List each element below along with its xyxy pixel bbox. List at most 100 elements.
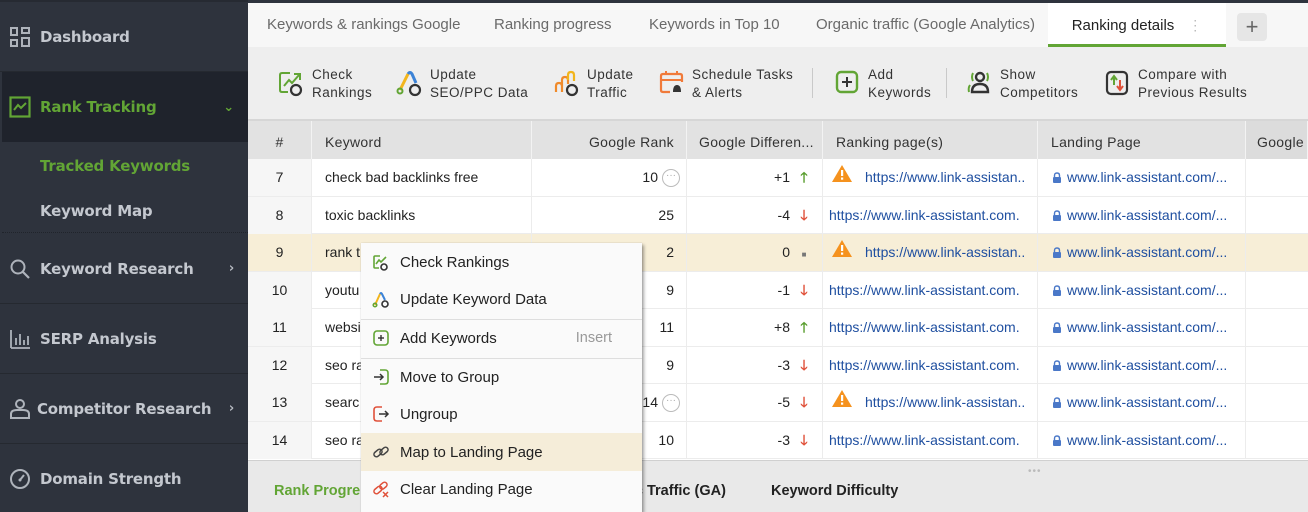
ranking-page-link[interactable]: https://www.link-assistant.com. (829, 319, 1020, 335)
ranking-page-cell[interactable]: https://www.link-assistan.. (823, 159, 1038, 196)
column-header-landing-page[interactable]: Landing Page (1038, 121, 1246, 159)
landing-page-cell[interactable]: www.link-assistant.com/... (1038, 271, 1246, 309)
google-cell (1246, 234, 1308, 271)
column-header-keyword[interactable]: Keyword (312, 121, 532, 159)
ranking-page-link[interactable]: https://www.link-assistan.. (865, 394, 1025, 410)
button-label: Previous Results (1138, 85, 1248, 100)
ranking-page-cell[interactable]: https://www.link-assistan.. (823, 384, 1038, 421)
ranking-page-link[interactable]: https://www.link-assistan.. (865, 169, 1025, 185)
resize-grip[interactable]: ••• (1028, 466, 1042, 477)
landing-page-link[interactable]: www.link-assistant.com/... (1067, 357, 1227, 373)
bottom-tab-rank-progress[interactable]: Rank Progre (274, 483, 360, 499)
tab-bar: Keywords & rankings Google Ranking progr… (248, 0, 1308, 47)
update-traffic-button[interactable]: Update Traffic (553, 66, 634, 102)
ranking-page-link[interactable]: https://www.link-assistant.com. (829, 357, 1020, 373)
keyword-cell[interactable]: check bad backlinks free (312, 159, 532, 196)
ranking-page-link[interactable]: https://www.link-assistant.com. (829, 432, 1020, 448)
menu-item-map-to-landing-page[interactable]: Map to Landing Page (361, 433, 642, 471)
sidebar-subitem-tracked-keywords[interactable]: Tracked Keywords (40, 157, 190, 175)
schedule-tasks-button[interactable]: Schedule Tasks & Alerts (658, 66, 793, 102)
sidebar-item-serp-analysis[interactable]: SERP Analysis (0, 304, 248, 374)
landing-page-link[interactable]: www.link-assistant.com/... (1067, 207, 1227, 223)
google-cell (1246, 159, 1308, 196)
rank-value: 11 (659, 319, 674, 335)
landing-page-cell[interactable]: www.link-assistant.com/... (1038, 196, 1246, 234)
landing-page-cell[interactable]: www.link-assistant.com/... (1038, 421, 1246, 459)
tab-menu-icon[interactable]: ⋮ (1188, 17, 1202, 33)
sidebar-item-keyword-research[interactable]: Keyword Research › (0, 234, 248, 304)
landing-page-cell[interactable]: www.link-assistant.com/... (1038, 346, 1246, 384)
landing-page-cell[interactable]: www.link-assistant.com/... (1038, 384, 1246, 421)
no-change-icon: ■ (801, 250, 807, 259)
menu-item-label: Add Keywords (400, 329, 497, 347)
landing-page-link[interactable]: www.link-assistant.com/... (1067, 432, 1227, 448)
table-row[interactable]: 7 check bad backlinks free 10 ··· +1 🡑 https:/… (248, 159, 1308, 197)
ranking-page-cell[interactable]: https://www.link-assistant.com. (823, 421, 1038, 459)
plus-icon: + (1245, 14, 1259, 39)
button-label: Traffic (587, 85, 628, 100)
landing-page-cell[interactable]: www.link-assistant.com/... (1038, 159, 1246, 196)
bottom-tab-keyword-difficulty[interactable]: Keyword Difficulty (771, 483, 898, 499)
landing-page-cell[interactable]: www.link-assistant.com/... (1038, 234, 1246, 271)
keyword-cell[interactable]: toxic backlinks (312, 196, 532, 234)
ranking-page-cell[interactable]: https://www.link-assistant.com. (823, 346, 1038, 384)
sidebar-item-label: Domain Strength (40, 470, 182, 488)
toolbar-divider (946, 68, 947, 98)
ranking-page-cell[interactable]: https://www.link-assistant.com. (823, 271, 1038, 309)
add-tab-button[interactable]: + (1237, 13, 1267, 41)
column-header-google-difference[interactable]: Google Differen... (687, 121, 823, 159)
ranking-page-link[interactable]: https://www.link-assistant.com. (829, 207, 1020, 223)
add-keywords-button[interactable]: Add Keywords (834, 66, 931, 102)
tab-keywords-rankings-google[interactable]: Keywords & rankings Google (267, 3, 460, 47)
menu-item-label: Clear Landing Page (400, 480, 533, 498)
more-results-icon[interactable]: ··· (662, 394, 680, 413)
menu-item-add-keywords[interactable]: Add Keywords Insert (361, 320, 642, 356)
menu-item-ungroup[interactable]: Ungroup (361, 396, 642, 432)
landing-page-link[interactable]: www.link-assistant.com/... (1067, 282, 1227, 298)
check-rankings-button[interactable]: Check Rankings (278, 66, 372, 102)
landing-page-link[interactable]: www.link-assistant.com/... (1067, 244, 1227, 260)
tab-ranking-details[interactable]: Ranking details ⋮ (1048, 3, 1226, 47)
check-rankings-icon (279, 72, 303, 97)
lock-icon (1052, 394, 1067, 410)
landing-page-link[interactable]: www.link-assistant.com/... (1067, 319, 1227, 335)
menu-item-check-rankings[interactable]: Check Rankings (361, 244, 642, 280)
menu-item-clear-landing-page[interactable]: Clear Landing Page (361, 471, 642, 507)
ranking-page-cell[interactable]: https://www.link-assistant.com. (823, 309, 1038, 346)
column-header-number[interactable]: # (248, 121, 312, 159)
google-difference-cell: -3 🡓 (687, 346, 823, 384)
sidebar-item-label: Dashboard (40, 27, 130, 46)
button-label: Rankings (312, 85, 373, 100)
ranking-page-link[interactable]: https://www.link-assistan.. (865, 244, 1025, 260)
sidebar-item-dashboard[interactable]: Dashboard (0, 2, 248, 72)
sidebar-item-competitor-research[interactable]: Competitor Research › (0, 374, 248, 444)
column-header-ranking-pages[interactable]: Ranking page(s) (823, 121, 1038, 159)
sidebar: Dashboard Rank Tracking ⌄ Tracked Keywor… (0, 0, 248, 512)
landing-page-cell[interactable]: www.link-assistant.com/... (1038, 309, 1246, 346)
ranking-page-cell[interactable]: https://www.link-assistan.. (823, 234, 1038, 271)
sidebar-item-domain-strength[interactable]: Domain Strength (0, 444, 248, 512)
tab-label: Ranking details (1071, 17, 1175, 34)
compare-previous-button[interactable]: Compare with Previous Results (1104, 66, 1247, 102)
sidebar-item-rank-tracking[interactable]: Rank Tracking ⌄ (2, 72, 248, 142)
column-header-google[interactable]: Google (1246, 121, 1308, 159)
menu-item-move-to-group[interactable]: Move to Group (361, 359, 642, 395)
table-row[interactable]: 8 toxic backlinks 25 -4 🡓 https://www.link-as… (248, 196, 1308, 234)
lock-icon (1052, 244, 1067, 260)
tab-keywords-top-10[interactable]: Keywords in Top 10 (649, 3, 780, 47)
landing-page-link[interactable]: www.link-assistant.com/... (1067, 169, 1227, 185)
update-seo-ppc-button[interactable]: Update SEO/PPC Data (396, 66, 528, 102)
landing-page-link[interactable]: www.link-assistant.com/... (1067, 394, 1227, 410)
column-header-google-rank[interactable]: Google Rank (532, 121, 687, 159)
more-results-icon[interactable]: ··· (662, 169, 680, 188)
sidebar-item-label: Rank Tracking (40, 98, 157, 116)
sidebar-subitem-keyword-map[interactable]: Keyword Map (40, 202, 153, 220)
user-icon (9, 398, 31, 420)
ranking-page-cell[interactable]: https://www.link-assistant.com. (823, 196, 1038, 234)
ranking-page-link[interactable]: https://www.link-assistant.com. (829, 282, 1020, 298)
update-keyword-data-icon (372, 290, 390, 308)
show-competitors-button[interactable]: Show Competitors (966, 66, 1078, 102)
menu-item-update-keyword-data[interactable]: Update Keyword Data (361, 281, 642, 317)
tab-ranking-progress[interactable]: Ranking progress (494, 3, 612, 47)
tab-organic-traffic[interactable]: Organic traffic (Google Analytics) (816, 3, 1035, 47)
